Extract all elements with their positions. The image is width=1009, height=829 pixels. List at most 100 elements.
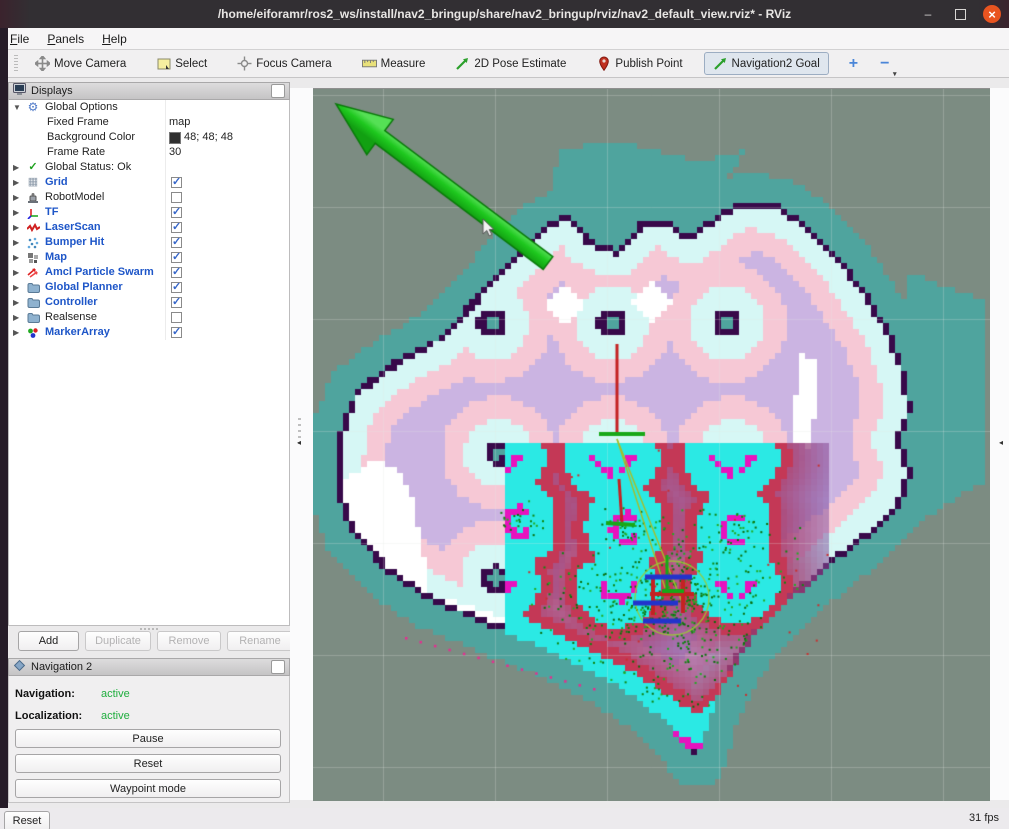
toolbar-extras: + −▾: [849, 56, 890, 72]
tree-row-amcl-particle-swarm[interactable]: ▶Amcl Particle Swarm✓: [9, 265, 289, 280]
expander-closed-icon[interactable]: ▶: [13, 280, 23, 295]
time-reset-button[interactable]: Reset: [4, 811, 50, 829]
tree-row-label: LaserScan: [45, 220, 101, 235]
pause-button[interactable]: Pause: [15, 729, 281, 748]
enable-checkbox[interactable]: ✓: [171, 282, 182, 293]
tool-measure[interactable]: Measure: [353, 52, 435, 75]
tree-row-markerarray[interactable]: ▶MarkerArray✓: [9, 325, 289, 340]
enable-checkbox[interactable]: ✓: [171, 177, 182, 188]
add-display-button[interactable]: Add: [18, 631, 79, 651]
tool-navigation2-goal[interactable]: Navigation2 Goal: [704, 52, 829, 75]
rename-display-button[interactable]: Rename: [227, 631, 293, 651]
tree-row-controller[interactable]: ▶Controller✓: [9, 295, 289, 310]
restore-button[interactable]: [951, 5, 969, 23]
enable-checkbox[interactable]: ✓: [171, 252, 182, 263]
enable-checkbox[interactable]: [171, 312, 182, 323]
left-splitter[interactable]: ◂: [290, 88, 313, 800]
tree-row-value[interactable]: 30: [169, 145, 181, 160]
expander-closed-icon[interactable]: ▶: [13, 265, 23, 280]
tree-row-global-planner[interactable]: ▶Global Planner✓: [9, 280, 289, 295]
expander-closed-icon[interactable]: ▶: [13, 205, 23, 220]
tree-row-global-status-ok[interactable]: ▶✓Global Status: Ok: [9, 160, 289, 175]
check-mark-icon: ✓: [172, 220, 181, 235]
tool-focus-camera[interactable]: Focus Camera: [228, 52, 340, 75]
nav-status-label: Localization:: [15, 710, 82, 722]
add-tool-button[interactable]: +: [849, 56, 858, 72]
toolbar: Move Camera Select Focus Camera Measure 2D P…: [0, 50, 1009, 78]
tree-row-robotmodel[interactable]: ▶ RobotModel: [9, 190, 289, 205]
color-swatch: [169, 132, 181, 144]
tree-row-label: Grid: [45, 175, 68, 190]
window-controls: – ×: [919, 0, 1001, 28]
restore-icon: [955, 9, 966, 20]
close-button[interactable]: ×: [983, 5, 1001, 23]
tree-row-grid[interactable]: ▶▦Grid✓: [9, 175, 289, 190]
tree-row-tf[interactable]: ▶TF✓: [9, 205, 289, 220]
nav-status-value: active: [101, 688, 130, 700]
tool-menu-caret-icon[interactable]: ▾: [893, 71, 897, 78]
expander-open-icon[interactable]: ▼: [13, 100, 23, 115]
tree-row-label: RobotModel: [45, 190, 104, 205]
expander-closed-icon[interactable]: ▶: [13, 325, 23, 340]
remove-tool-button[interactable]: −▾: [880, 56, 889, 72]
displays-panel-buttons: Add Duplicate Remove Rename: [8, 631, 290, 652]
nav-status-label: Navigation:: [15, 688, 75, 700]
tree-row-label: Frame Rate: [47, 145, 105, 160]
tree-row-bumper-hit[interactable]: ▶Bumper Hit✓: [9, 235, 289, 250]
tree-row-label: Map: [45, 250, 67, 265]
enable-checkbox[interactable]: ✓: [171, 207, 182, 218]
menu-panels[interactable]: Panels: [47, 32, 84, 46]
enable-checkbox[interactable]: [171, 192, 182, 203]
displays-panel-title: Displays: [31, 85, 271, 97]
gear-icon: ⚙: [26, 101, 40, 114]
enable-checkbox[interactable]: ✓: [171, 297, 182, 308]
expander-closed-icon[interactable]: ▶: [13, 250, 23, 265]
minimize-button[interactable]: –: [919, 5, 937, 23]
desktop-edge-strip: [0, 28, 8, 829]
tree-row-background-color[interactable]: Background Color 48; 48; 48: [9, 130, 289, 145]
tree-row-label: Global Options: [45, 100, 118, 115]
tool-publish-point[interactable]: Publish Point: [587, 52, 691, 75]
remove-display-button[interactable]: Remove: [157, 631, 221, 651]
waypoint-mode-button[interactable]: Waypoint mode: [15, 779, 281, 798]
expander-closed-icon[interactable]: ▶: [13, 235, 23, 250]
navigation2-panel-checkbox[interactable]: [271, 660, 285, 674]
pose-estimate-icon: [455, 56, 470, 71]
menu-help[interactable]: Help: [102, 32, 127, 46]
check-mark-icon: ✓: [172, 325, 181, 340]
tool-2d-pose-estimate[interactable]: 2D Pose Estimate: [446, 52, 575, 75]
collapse-right-arrow-icon[interactable]: ◂: [999, 438, 1003, 447]
tree-row-realsense[interactable]: ▶ Realsense: [9, 310, 289, 325]
render-viewport[interactable]: [313, 88, 990, 801]
toolbar-grip: [14, 55, 18, 73]
enable-checkbox[interactable]: ✓: [171, 237, 182, 248]
window-title: /home/eiforamr/ros2_ws/install/nav2_brin…: [0, 7, 1009, 21]
expander-closed-icon[interactable]: ▶: [13, 310, 23, 325]
duplicate-display-button[interactable]: Duplicate: [85, 631, 151, 651]
displays-panel-checkbox[interactable]: [271, 84, 285, 98]
tool-move-camera[interactable]: Move Camera: [26, 52, 135, 75]
expander-closed-icon[interactable]: ▶: [13, 190, 23, 205]
right-splitter[interactable]: ◂: [990, 88, 1009, 800]
expander-closed-icon[interactable]: ▶: [13, 175, 23, 190]
enable-checkbox[interactable]: ✓: [171, 267, 182, 278]
menu-file[interactable]: File: [10, 32, 29, 46]
expander-closed-icon[interactable]: ▶: [13, 160, 23, 175]
tree-row-global-options[interactable]: ▼⚙ Global Options: [9, 100, 289, 115]
tree-row-label: Background Color: [47, 130, 135, 145]
enable-checkbox[interactable]: ✓: [171, 222, 182, 233]
tree-row-fixed-frame[interactable]: Fixed Framemap: [9, 115, 289, 130]
expander-closed-icon[interactable]: ▶: [13, 220, 23, 235]
expander-closed-icon[interactable]: ▶: [13, 295, 23, 310]
enable-checkbox[interactable]: ✓: [171, 327, 182, 338]
tree-row-value[interactable]: map: [169, 115, 190, 130]
tree-row-value[interactable]: 48; 48; 48: [169, 130, 233, 145]
tree-row-laserscan[interactable]: ▶ LaserScan ✓: [9, 220, 289, 235]
tool-select[interactable]: Select: [147, 52, 216, 75]
collapse-left-arrow-icon[interactable]: ◂: [297, 438, 301, 447]
tree-row-label: Realsense: [45, 310, 97, 325]
reset-button[interactable]: Reset: [15, 754, 281, 773]
3d-view-canvas[interactable]: [313, 89, 990, 801]
tree-row-map[interactable]: ▶ Map ✓: [9, 250, 289, 265]
tree-row-frame-rate[interactable]: Frame Rate 30: [9, 145, 289, 160]
